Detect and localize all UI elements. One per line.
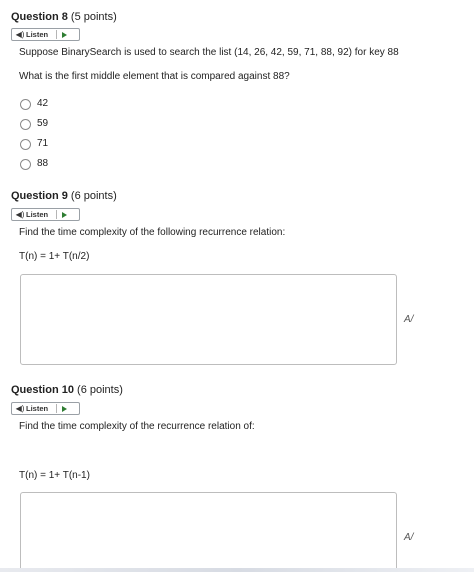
listen-label: Listen <box>26 30 49 39</box>
divider <box>56 404 58 413</box>
question-prompt: Find the time complexity of the followin… <box>19 227 286 238</box>
radio-option-42[interactable] <box>20 99 31 110</box>
option-label[interactable]: 71 <box>37 138 48 149</box>
question-subprompt: What is the first middle element that is… <box>19 71 290 82</box>
question-prompt: Find the time complexity of the recurren… <box>19 421 255 432</box>
divider <box>56 210 58 219</box>
spellcheck-icon[interactable]: A/ <box>404 532 413 543</box>
listen-button-q9[interactable]: ◀) Listen <box>11 208 80 221</box>
question-points: (6 points) <box>70 190 117 202</box>
listen-button-q10[interactable]: ◀) Listen <box>11 402 80 415</box>
radio-option-71[interactable] <box>20 139 31 150</box>
listen-label: Listen <box>26 210 49 219</box>
question-9-title: Question 9 (6 points) <box>11 190 117 202</box>
play-icon[interactable] <box>62 211 68 218</box>
option-label[interactable]: 88 <box>37 158 48 169</box>
question-8-title: Question 8 (5 points) <box>11 11 117 23</box>
bottom-edge <box>0 568 474 572</box>
question-title: Question 9 <box>11 190 68 202</box>
speaker-icon: ◀) <box>15 210 25 219</box>
answer-textarea-q10[interactable] <box>20 492 397 572</box>
listen-button-q8[interactable]: ◀) Listen <box>11 28 80 41</box>
play-icon[interactable] <box>62 405 68 412</box>
play-icon[interactable] <box>62 31 68 38</box>
question-prompt: Suppose BinarySearch is used to search t… <box>19 47 399 58</box>
speaker-icon: ◀) <box>15 404 25 413</box>
question-title: Question 8 <box>11 11 68 23</box>
recurrence-formula: T(n) = 1+ T(n-1) <box>19 470 90 481</box>
option-label[interactable]: 59 <box>37 118 48 129</box>
question-10-title: Question 10 (6 points) <box>11 384 123 396</box>
option-label[interactable]: 42 <box>37 98 48 109</box>
radio-option-88[interactable] <box>20 159 31 170</box>
recurrence-formula: T(n) = 1+ T(n/2) <box>19 251 90 262</box>
question-title: Question 10 <box>11 384 74 396</box>
spellcheck-icon[interactable]: A/ <box>404 314 413 325</box>
question-points: (5 points) <box>70 11 117 23</box>
radio-option-59[interactable] <box>20 119 31 130</box>
question-points: (6 points) <box>77 384 123 396</box>
answer-textarea-q9[interactable] <box>20 274 397 365</box>
speaker-icon: ◀) <box>15 30 25 39</box>
divider <box>56 30 58 39</box>
listen-label: Listen <box>26 404 49 413</box>
